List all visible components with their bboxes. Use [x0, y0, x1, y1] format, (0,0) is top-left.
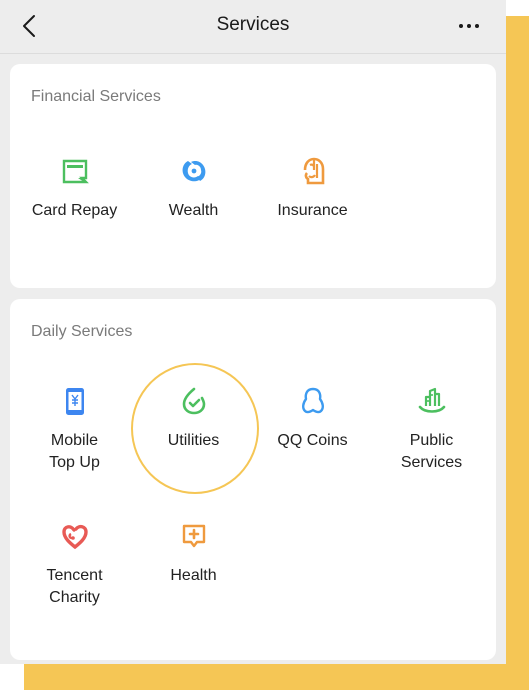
more-horizontal-icon	[459, 24, 463, 28]
more-button[interactable]	[452, 14, 486, 38]
section-title: Financial Services	[31, 88, 161, 105]
financial-services-card: Financial Services Card Repay Wealth Ins…	[10, 64, 496, 288]
section-title: Daily Services	[31, 323, 133, 340]
insurance-icon	[303, 157, 324, 185]
services-screen: Services Financial Services Card Repay W…	[0, 0, 506, 664]
service-label: Tencent Charity	[15, 565, 134, 609]
service-label: Public Services	[372, 430, 491, 474]
qq-coins-icon	[301, 387, 324, 414]
wealth-icon	[182, 161, 205, 182]
more-dot	[475, 24, 479, 28]
health-icon	[182, 524, 205, 548]
service-label: Wealth	[168, 202, 219, 219]
service-wealth[interactable]: Wealth	[134, 156, 253, 222]
label-line: Mobile	[50, 432, 99, 449]
service-qq-coins[interactable]: QQ Coins	[253, 386, 372, 452]
utilities-icon	[182, 387, 205, 415]
service-mobile-top-up[interactable]: Mobile Top Up	[15, 386, 134, 474]
label-line: Services	[400, 454, 463, 471]
label-line: Charity	[49, 589, 100, 606]
service-label: QQ Coins	[277, 432, 348, 449]
tencent-charity-icon	[61, 524, 88, 550]
service-insurance[interactable]: Insurance	[253, 156, 372, 222]
card-repay-icon	[62, 159, 89, 184]
service-label: Utilities	[167, 432, 220, 449]
service-tencent-charity[interactable]: Tencent Charity	[15, 521, 134, 609]
more-dot	[467, 24, 471, 28]
daily-services-card: Daily Services Mobile Top Up Utilities QQ…	[10, 299, 496, 660]
label-line: Tencent	[46, 567, 103, 584]
service-card-repay[interactable]: Card Repay	[15, 156, 134, 222]
label-line: Top Up	[49, 454, 100, 471]
service-label: Card Repay	[31, 202, 118, 219]
label-line: Public	[409, 432, 454, 449]
service-health[interactable]: Health	[134, 521, 253, 587]
page-title: Services	[216, 14, 290, 35]
service-label: Health	[170, 567, 217, 584]
mobile-top-up-icon	[65, 388, 84, 415]
service-utilities[interactable]: Utilities	[134, 386, 253, 452]
public-services-icon	[418, 387, 445, 413]
decorative-backdrop-right	[506, 16, 529, 690]
service-public-services[interactable]: Public Services	[372, 386, 491, 474]
decorative-backdrop-bottom	[24, 664, 529, 690]
service-label: Mobile Top Up	[15, 430, 134, 474]
navigation-bar: Services	[0, 0, 506, 54]
service-label: Insurance	[277, 202, 348, 219]
